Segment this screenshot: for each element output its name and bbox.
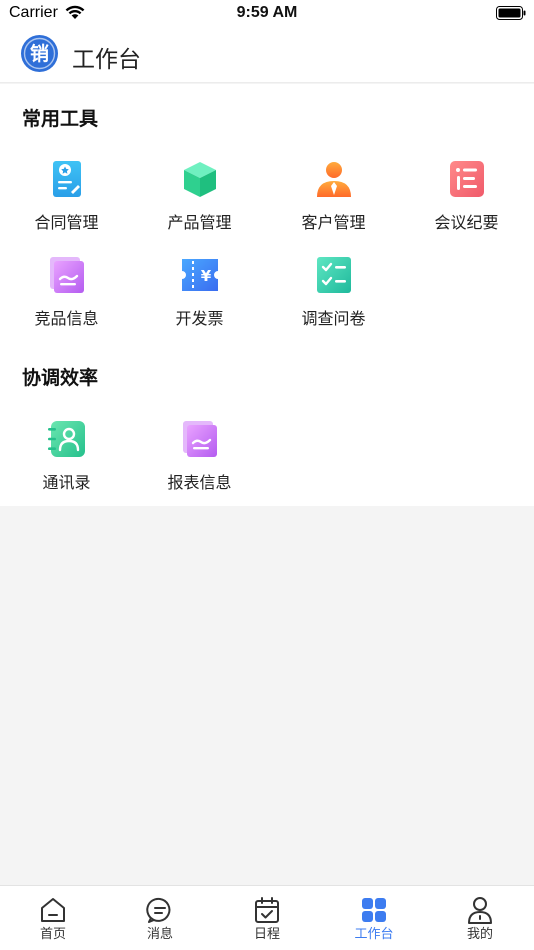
tab-label: 工作台 [354, 927, 394, 942]
tool-contract-management[interactable]: 合同管理 [0, 159, 133, 239]
app-logo-icon: 销 [21, 35, 58, 72]
tab-label: 我的 [466, 927, 493, 942]
tab-profile[interactable]: 我的 [427, 886, 533, 950]
home-icon [41, 898, 65, 922]
tool-competitor-info[interactable]: 竞品信息 [0, 255, 133, 335]
tab-schedule[interactable]: 日程 [214, 886, 320, 950]
tool-customer-management[interactable]: 客户管理 [267, 159, 400, 239]
svg-text:¥: ¥ [201, 267, 212, 285]
tool-label: 会议纪要 [434, 213, 499, 232]
tool-label: 合同管理 [34, 213, 99, 232]
tab-home[interactable]: 首页 [0, 886, 106, 950]
workbench-card: 常用工具 合同管理 产品管理 客户管理 会议纪要 竞品信息 ¥ 开发票 调查问卷… [0, 84, 534, 506]
tool-issue-invoice[interactable]: ¥ 开发票 [133, 255, 266, 335]
section-title-coordination: 协调效率 [22, 367, 99, 389]
report-info-icon [183, 421, 217, 457]
page-title: 工作台 [72, 47, 141, 73]
tool-contacts[interactable]: 通讯录 [0, 419, 133, 499]
tab-messages[interactable]: 消息 [107, 886, 213, 950]
section-title-common-tools: 常用工具 [22, 108, 99, 130]
tool-product-management[interactable]: 产品管理 [133, 159, 266, 239]
profile-icon [468, 897, 492, 924]
tool-label: 产品管理 [167, 213, 232, 232]
tool-report-info[interactable]: 报表信息 [133, 419, 266, 499]
tool-label: 报表信息 [167, 473, 232, 492]
meeting-notes-icon [450, 161, 484, 197]
tab-workbench[interactable]: 工作台 [321, 886, 427, 950]
invoice-icon: ¥ [182, 259, 218, 291]
tab-label: 消息 [146, 927, 173, 942]
contacts-icon [48, 421, 85, 457]
app-header: 销 工作台 [0, 28, 534, 83]
tab-label: 日程 [253, 927, 280, 942]
product-cube-icon [184, 162, 216, 197]
competitor-info-icon [50, 257, 84, 293]
tool-meeting-notes[interactable]: 会议纪要 [400, 159, 533, 239]
customer-icon [317, 162, 351, 197]
calendar-icon [255, 897, 279, 923]
clock: 9:59 AM [236, 4, 298, 21]
survey-checklist-icon [317, 257, 351, 293]
bottom-tab-bar: 首页 消息 日程 工作台 我的 [0, 885, 534, 950]
svg-text:销: 销 [30, 42, 49, 65]
contract-icon [53, 161, 81, 197]
tool-label: 调查问卷 [301, 309, 366, 328]
tab-label: 首页 [39, 927, 66, 942]
tool-survey[interactable]: 调查问卷 [267, 255, 400, 335]
tool-label: 客户管理 [301, 213, 366, 232]
tool-label: 通讯录 [42, 473, 91, 492]
message-icon [146, 897, 171, 923]
battery-icon [496, 6, 526, 20]
status-bar: Carrier 9:59 AM [0, 0, 534, 28]
tool-label: 开发票 [175, 309, 224, 328]
workbench-grid-icon [362, 898, 386, 922]
tool-label: 竞品信息 [34, 309, 99, 328]
